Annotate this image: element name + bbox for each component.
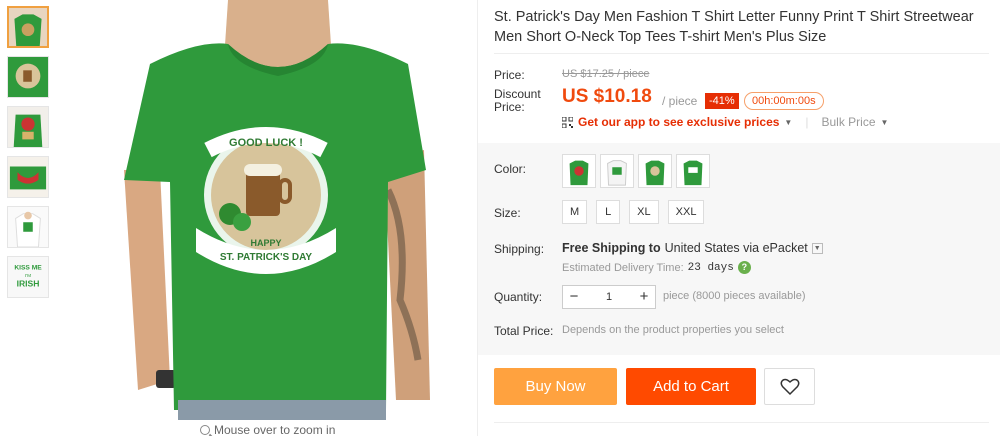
size-options: M L XL XXL [562,200,705,224]
est-delivery-label: Estimated Delivery Time: [562,261,684,274]
color-label: Color: [494,162,527,176]
app-exclusive-price-link[interactable]: Get our app to see exclusive prices [578,115,779,129]
discount-price: US $10.18 [562,86,652,107]
quantity-label: Quantity: [494,290,543,304]
buy-now-button[interactable]: Buy Now [494,368,617,405]
color-swatch-3[interactable] [638,154,672,188]
main-product-image[interactable]: GOOD LUCK ! HAPPY ST. PATRICK'S DAY [88,0,468,420]
help-icon[interactable]: ? [737,261,751,274]
thumbnail-1[interactable] [7,6,49,48]
total-price-text: Depends on the product properties you se… [562,324,784,336]
thumbnail-5[interactable] [7,206,49,248]
thumbnail-2[interactable] [7,56,49,98]
free-shipping-text: Free Shipping to [562,241,661,255]
thumbnail-list: KISS ME I'M IRISH [7,6,49,306]
thumbnail-4[interactable] [7,156,49,198]
print-top-text: GOOD LUCK ! [229,137,303,149]
size-option-xxl[interactable]: XXL [667,200,705,224]
zoom-hint-text: Mouse over to zoom in [214,423,336,436]
add-to-cart-button[interactable]: Add to Cart [626,368,756,405]
thumbnail-6[interactable]: KISS ME I'M IRISH [7,256,49,298]
quantity-stepper: − 1 + [562,285,656,309]
product-title: St. Patrick's Day Men Fashion T Shirt Le… [494,9,974,45]
bulk-price-dropdown[interactable]: Bulk Price [821,115,875,129]
countdown-timer: 00h:00m:00s [744,92,824,110]
size-option-xl[interactable]: XL [629,200,659,224]
discount-badge: -41% [705,93,739,109]
shipping-info: Free Shipping to United States via ePack… [562,241,823,255]
color-swatch-2[interactable] [600,154,634,188]
wishlist-button[interactable] [764,368,815,405]
divider [494,422,989,423]
shipping-destination[interactable]: United States via ePacket [665,241,808,255]
size-option-m[interactable]: M [562,200,588,224]
quantity-decrease-button[interactable]: − [563,286,585,308]
shipping-label: Shipping: [494,242,545,256]
per-piece-unit: / piece [662,94,698,108]
size-label: Size: [494,206,521,220]
total-price-label: Total Price: [494,324,554,338]
color-swatch-4[interactable] [676,154,710,188]
color-swatch-1[interactable] [562,154,596,188]
app-promo-row: Get our app to see exclusive prices ▼ | … [562,115,888,129]
est-delivery-value: 23 days [687,261,734,274]
caret-down-icon: ▼ [880,117,889,127]
svg-text:IRISH: IRISH [17,279,40,289]
quantity-increase-button[interactable]: + [633,286,655,308]
thumbnail-3[interactable] [7,106,49,148]
zoom-hint: Mouse over to zoom in [200,423,335,436]
quantity-input[interactable]: 1 [585,291,633,303]
caret-down-icon: ▼ [784,117,793,127]
original-price: US $17.25 / piece [562,68,650,80]
svg-text:KISS ME: KISS ME [14,264,42,271]
size-option-l[interactable]: L [596,200,621,224]
price-label: Price: [494,68,525,82]
estimated-delivery: Estimated Delivery Time: 23 days ? [562,261,751,274]
print-patricks-text: ST. PATRICK'S DAY [220,252,313,263]
shipping-dropdown-icon[interactable]: ▼ [811,242,823,254]
quantity-available: piece (8000 pieces available) [663,290,806,302]
divider [494,53,989,54]
color-swatches [562,154,710,188]
separator: | [805,115,809,129]
discount-price-label: Discount Price: [494,87,541,114]
magnifier-icon [200,425,210,435]
print-happy-text: HAPPY [250,238,281,248]
heart-icon [780,378,799,395]
qr-code-icon [562,116,573,128]
